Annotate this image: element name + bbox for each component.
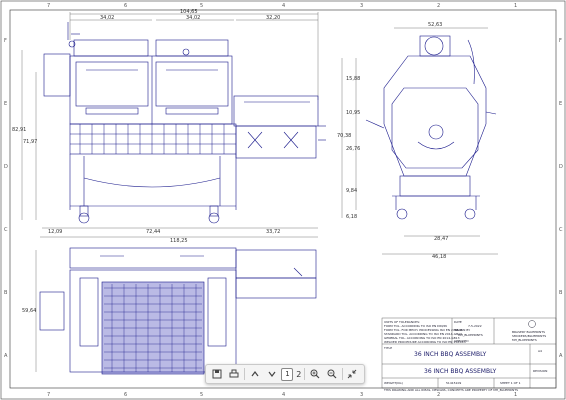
dim-side-h2: 10,95 — [346, 110, 360, 116]
dim-side-h4: 26,76 — [346, 146, 360, 152]
pdf-viewer-toolbar: 1 2 — [205, 364, 365, 384]
tb-title: 36 INCH BBQ ASSEMBLY — [414, 351, 487, 358]
page-total: 2 — [296, 369, 302, 379]
tb-size: A4 — [538, 349, 542, 353]
page-number-input[interactable]: 1 — [281, 367, 294, 381]
zone-col-bottom-3: 3 — [360, 392, 363, 398]
tb-weight-label: WEIGHT(KG) — [384, 381, 403, 385]
dim-front-base: 118,25 — [170, 238, 188, 244]
tb-copyright: THIS DRAWING AND ALL IDEAS, DESIGNS, CON… — [383, 388, 518, 392]
tb-checked-label: CHECKED — [454, 339, 469, 343]
zoom-in-button[interactable] — [308, 367, 322, 381]
next-page-button[interactable] — [265, 367, 279, 381]
zone-col-bottom-4: 4 — [282, 392, 285, 398]
zone-col-top-2: 2 — [437, 3, 440, 9]
zone-col-top-6: 6 — [124, 3, 127, 9]
toolbar-divider-2 — [304, 368, 306, 380]
print-button[interactable] — [227, 367, 241, 381]
chevron-down-icon — [268, 371, 276, 377]
zone-col-top-1: 1 — [514, 3, 517, 9]
dim-side-base1: 28,47 — [434, 236, 448, 242]
zone-row-left-E: E — [4, 101, 7, 107]
print-icon — [229, 369, 239, 378]
zone-row-left-A: A — [4, 353, 8, 359]
zone-row-left-D: D — [4, 164, 8, 170]
dim-top-depth: 59,64 — [22, 308, 36, 314]
dim-front-height: 82,91 — [12, 127, 26, 133]
zone-col-bottom-7: 7 — [47, 392, 50, 398]
zoom-in-icon — [310, 369, 320, 379]
tb-revision: REVISION — [533, 369, 547, 373]
dim-front-width-right: 33,72 — [266, 229, 280, 235]
zone-row-right-B: B — [559, 290, 563, 296]
dim-side-h3: 70,38 — [337, 133, 351, 139]
zoom-out-icon — [327, 369, 337, 379]
collapse-icon — [348, 369, 357, 379]
tb-drawn-label: DRAWN BY — [454, 328, 470, 332]
dim-side-top: 52,63 — [428, 22, 442, 28]
dim-side-h6: 6,18 — [346, 214, 357, 220]
zone-row-right-C: C — [559, 227, 563, 233]
tb-company-3: MH_BLUEPRINTS — [512, 338, 537, 342]
tb-sheet: SHEET 1 OF 1 — [500, 381, 521, 385]
zone-row-left-C: C — [4, 227, 8, 233]
zone-col-bottom-5: 5 — [200, 392, 203, 398]
zone-row-right-F: F — [559, 38, 562, 44]
dim-side-h1: 15,88 — [346, 76, 360, 82]
drawing-background — [0, 0, 566, 400]
previous-page-button[interactable] — [248, 367, 262, 381]
zone-row-right-D: D — [559, 164, 563, 170]
tb-date-label: DATE — [454, 320, 462, 324]
technical-drawing: 7 6 5 4 3 2 1 7 6 5 4 3 2 1 F E D C B A … — [0, 0, 566, 400]
dim-front-width-left: 12,09 — [48, 229, 62, 235]
zone-col-bottom-1: 1 — [514, 392, 517, 398]
toolbar-divider — [244, 368, 246, 380]
dim-side-h5: 9,84 — [346, 188, 357, 194]
zone-col-bottom-2: 2 — [437, 392, 440, 398]
zone-col-top-3: 3 — [360, 3, 363, 9]
save-button[interactable] — [210, 367, 224, 381]
tb-drawn-value: MH_BLUEPRINTS — [458, 333, 483, 337]
zone-row-left-B: B — [4, 290, 8, 296]
tb-sub-title: 36 INCH BBQ ASSEMBLY — [424, 368, 497, 375]
save-icon — [212, 369, 222, 379]
zone-col-top-4: 4 — [282, 3, 285, 9]
dim-front-width-mid: 72,44 — [146, 229, 160, 235]
zone-row-left-F: F — [4, 38, 7, 44]
chevron-up-icon — [251, 371, 259, 377]
dim-side-base2: 46,18 — [432, 254, 446, 260]
zoom-out-button[interactable] — [325, 367, 339, 381]
zone-row-right-E: E — [559, 101, 562, 107]
tb-part-no: 51415109 — [446, 381, 461, 385]
dim-front-right: 32,20 — [266, 15, 280, 21]
dim-front-left: 34,02 — [100, 15, 114, 21]
dim-front-body: 71,97 — [23, 139, 37, 145]
zone-col-top-7: 7 — [47, 3, 50, 9]
zone-col-bottom-6: 6 — [124, 392, 127, 398]
toolbar-divider-3 — [341, 368, 343, 380]
zone-row-right-A: A — [559, 353, 563, 359]
tb-title-label: TITLE — [383, 346, 392, 350]
dim-front-mid: 34,02 — [186, 15, 200, 21]
collapse-button[interactable] — [345, 367, 359, 381]
zone-col-top-5: 5 — [200, 3, 203, 9]
